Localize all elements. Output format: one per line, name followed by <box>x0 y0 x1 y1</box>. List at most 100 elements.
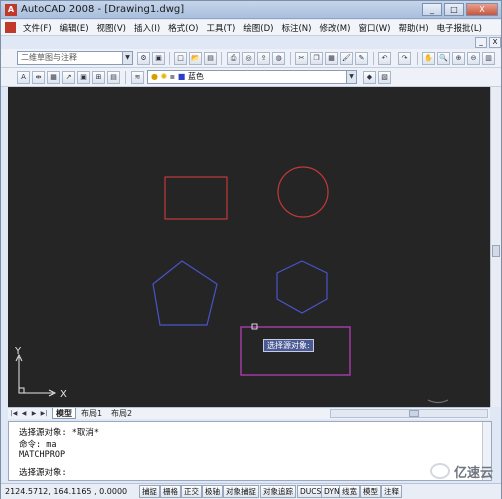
layout-tabs-bar: |◀ ◀ ▶ ▶| 模型 布局1 布局2 <box>8 407 490 419</box>
toolbar-separator <box>373 52 374 65</box>
zoom-window-icon[interactable]: ⊕ <box>452 52 465 65</box>
chevron-down-icon[interactable]: ▼ <box>346 71 356 83</box>
workspace-settings-icon[interactable]: ⚙ <box>137 52 150 65</box>
dimension-style-icon[interactable]: ⇹ <box>32 71 45 84</box>
otrack-toggle[interactable]: 对象追踪 <box>260 485 296 498</box>
model-toggle[interactable]: 模型 <box>360 485 381 498</box>
tab-last-icon[interactable]: ▶| <box>40 409 48 418</box>
command-history-line: 选择源对象: *取消* <box>19 428 99 438</box>
toolbar-separator <box>221 52 222 65</box>
watermark-text: 亿速云 <box>453 465 493 481</box>
redo-icon[interactable]: ↷ <box>398 52 411 65</box>
3d-dwf-icon[interactable]: ◍ <box>272 52 285 65</box>
rectangle-shape[interactable] <box>164 176 228 220</box>
maximize-button[interactable]: □ <box>444 3 464 16</box>
copy-icon[interactable]: ❐ <box>310 52 323 65</box>
close-button[interactable]: X <box>466 3 498 16</box>
tab-layout1[interactable]: 布局1 <box>78 408 105 419</box>
menu-modify[interactable]: 修改(M) <box>315 22 354 34</box>
block-editor-icon[interactable]: ✎ <box>355 52 368 65</box>
pan-icon[interactable]: ✋ <box>422 52 435 65</box>
command-history-line: 命令: ma <box>19 440 57 450</box>
layer-tool-icon[interactable]: ▤ <box>107 71 120 84</box>
command-history-line: MATCHPROP <box>19 450 66 460</box>
autocad-logo-icon: A <box>5 4 17 16</box>
title-bar: A AutoCAD 2008 - [Drawing1.dwg] _ □ X <box>1 1 501 19</box>
open-folder-icon[interactable]: 📂 <box>189 52 202 65</box>
drawing-svg: Y X <box>14 166 449 403</box>
document-controls: _ X <box>475 37 501 48</box>
menu-edit[interactable]: 编辑(E) <box>56 22 93 34</box>
undo-icon[interactable]: ↶ <box>378 52 391 65</box>
properties-icon[interactable]: ▥ <box>482 52 495 65</box>
text-style-icon[interactable]: A <box>17 71 30 84</box>
layer-color-dropdown[interactable]: ● ✺ ▪ ■ 蓝色 ▼ <box>147 70 357 84</box>
osnap-toggle[interactable]: 对象捕捉 <box>223 485 259 498</box>
zoom-previous-icon[interactable]: ⊖ <box>467 52 480 65</box>
hexagon-shape[interactable] <box>276 260 328 314</box>
color-square-icon: ■ <box>177 72 186 81</box>
tab-model[interactable]: 模型 <box>52 408 76 419</box>
make-current-layer-icon[interactable]: ◆ <box>363 71 376 84</box>
annotation-toggle[interactable]: 注释 <box>381 485 402 498</box>
menu-help[interactable]: 帮助(H) <box>395 22 433 34</box>
paste-icon[interactable]: ▦ <box>325 52 338 65</box>
toolbar-separator <box>169 52 170 65</box>
coordinate-readout: 2124.5712, 164.1165 , 0.0000 <box>5 487 128 496</box>
horizontal-scroll-thumb[interactable] <box>409 410 419 417</box>
doc-close-button[interactable]: X <box>489 37 501 48</box>
viewcube-shadow <box>427 399 449 403</box>
table-style-icon[interactable]: ▦ <box>47 71 60 84</box>
layer-properties-icon[interactable]: ≋ <box>131 71 144 84</box>
layers-toolbar: A ⇹ ▦ ↗ ▣ ⊞ ▤ ≋ ● ✺ ▪ ■ 蓝色 ▼ ◆ ▧ <box>1 68 501 87</box>
menu-format[interactable]: 格式(O) <box>164 22 202 34</box>
menu-insert[interactable]: 插入(I) <box>130 22 164 34</box>
grid-toggle[interactable]: 栅格 <box>160 485 181 498</box>
menu-window[interactable]: 窗口(W) <box>354 22 394 34</box>
command-window[interactable]: 选择源对象: *取消* 命令: ma MATCHPROP 选择源对象: <box>8 421 492 481</box>
menu-e-approval[interactable]: 电子报批(L) <box>433 22 486 34</box>
vertical-scrollbar[interactable] <box>490 87 501 407</box>
menu-view[interactable]: 视图(V) <box>93 22 130 34</box>
toolbar-separator <box>290 52 291 65</box>
workspace-save-icon[interactable]: ▣ <box>152 52 165 65</box>
circle-shape[interactable] <box>277 166 329 218</box>
layer-color-value: 蓝色 <box>187 72 204 81</box>
horizontal-scrollbar[interactable] <box>330 409 488 418</box>
drawing-canvas[interactable]: Y X <box>8 87 490 407</box>
workspace-dropdown[interactable]: 二维草图与注释 ▼ <box>17 51 133 65</box>
menu-dimension[interactable]: 标注(N) <box>277 22 315 34</box>
chevron-down-icon[interactable]: ▼ <box>122 52 132 64</box>
menu-tools[interactable]: 工具(T) <box>202 22 239 34</box>
minimize-button[interactable]: _ <box>422 3 442 16</box>
cut-icon[interactable]: ✂ <box>295 52 308 65</box>
tab-next-icon[interactable]: ▶ <box>30 409 38 418</box>
vertical-scroll-thumb[interactable] <box>492 245 500 257</box>
block-icon[interactable]: ▣ <box>77 71 90 84</box>
snap-toggle[interactable]: 捕捉 <box>139 485 160 498</box>
ortho-toggle[interactable]: 正交 <box>181 485 202 498</box>
table-icon[interactable]: ⊞ <box>92 71 105 84</box>
lineweight-toggle[interactable]: 线宽 <box>339 485 360 498</box>
zoom-realtime-icon[interactable]: 🔍 <box>437 52 450 65</box>
window-title: AutoCAD 2008 - [Drawing1.dwg] <box>21 4 185 15</box>
sun-icon: ✺ <box>160 72 168 81</box>
menu-draw[interactable]: 绘图(D) <box>239 22 277 34</box>
pentagon-shape[interactable] <box>152 260 218 326</box>
tab-first-icon[interactable]: |◀ <box>10 409 18 418</box>
tab-layout2[interactable]: 布局2 <box>108 408 135 419</box>
polar-toggle[interactable]: 极轴 <box>202 485 223 498</box>
match-properties-icon[interactable]: 🖌 <box>340 52 353 65</box>
doc-minimize-button[interactable]: _ <box>475 37 487 48</box>
tab-prev-icon[interactable]: ◀ <box>20 409 28 418</box>
new-file-icon[interactable]: □ <box>174 52 187 65</box>
menu-file[interactable]: 文件(F) <box>19 22 56 34</box>
document-icon[interactable] <box>5 22 16 33</box>
save-icon[interactable]: ▤ <box>204 52 217 65</box>
print-icon[interactable]: ⎙ <box>227 52 240 65</box>
command-prompt[interactable]: 选择源对象: <box>19 466 67 478</box>
publish-icon[interactable]: ⇪ <box>257 52 270 65</box>
multileader-style-icon[interactable]: ↗ <box>62 71 75 84</box>
print-preview-icon[interactable]: ◎ <box>242 52 255 65</box>
layer-previous-icon[interactable]: ▧ <box>378 71 391 84</box>
